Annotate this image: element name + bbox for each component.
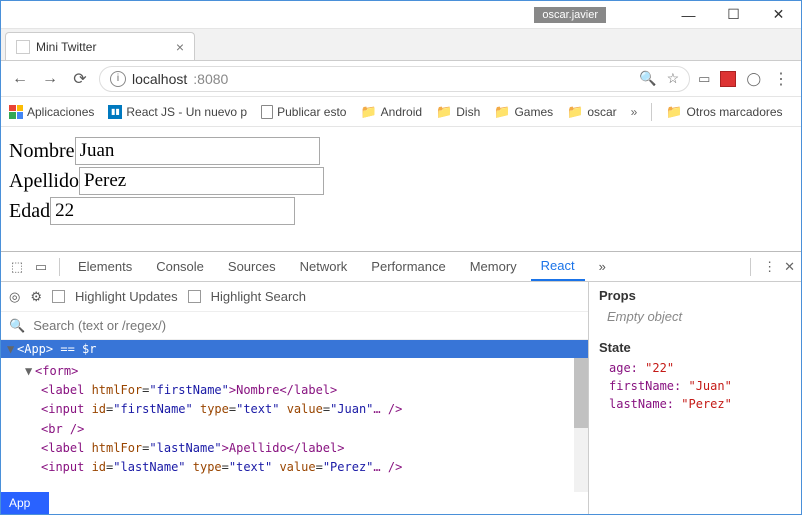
reload-button[interactable]: ⟳ xyxy=(69,68,91,90)
bookmark-apps[interactable]: Aplicaciones xyxy=(9,105,94,119)
lastname-label: Apellido xyxy=(9,170,79,193)
page-content: Nombre Apellido Edad xyxy=(1,127,801,252)
tab-title: Mini Twitter xyxy=(36,40,96,54)
settings-icon[interactable]: ⚙ xyxy=(30,289,42,305)
tab-elements[interactable]: Elements xyxy=(68,253,142,280)
tab-strip: Mini Twitter × xyxy=(1,29,801,61)
tab-network[interactable]: Network xyxy=(290,253,358,280)
search-icon[interactable]: 🔍 xyxy=(639,70,656,87)
separator xyxy=(651,103,652,121)
highlight-search-label: Highlight Search xyxy=(211,289,306,304)
devtools-left-pane: ◎ ⚙ Highlight Updates Highlight Search 🔍… xyxy=(1,282,589,514)
bookmark-overflow[interactable]: » xyxy=(631,105,638,119)
firstname-input[interactable] xyxy=(75,137,320,165)
separator xyxy=(59,258,60,276)
breadcrumb-app[interactable]: App xyxy=(1,492,49,514)
component-tree[interactable]: ▼<form> <label htmlFor="firstName">Nombr… xyxy=(1,358,588,492)
bookmark-folder[interactable]: 📁Dish xyxy=(436,104,480,120)
bookmark-folder[interactable]: 📁oscar xyxy=(567,104,617,120)
user-badge: oscar.javier xyxy=(534,7,606,23)
bookmark-folder[interactable]: 📁Otros marcadores xyxy=(666,104,782,120)
back-button[interactable]: ← xyxy=(9,68,31,90)
url-port: :8080 xyxy=(193,71,228,87)
lastname-input[interactable] xyxy=(79,167,324,195)
bookmark-bar: Aplicaciones ▮▮React JS - Un nuevo p Pub… xyxy=(1,97,801,127)
folder-icon: 📁 xyxy=(360,104,376,120)
close-button[interactable]: ✕ xyxy=(756,1,801,29)
state-entry[interactable]: firstName: "Juan" xyxy=(609,379,791,393)
tab-close-icon[interactable]: × xyxy=(176,39,184,55)
state-entry[interactable]: lastName: "Perez" xyxy=(609,397,791,411)
bookmark-item[interactable]: ▮▮React JS - Un nuevo p xyxy=(108,105,247,119)
site-info-icon[interactable]: i xyxy=(110,71,126,87)
search-icon: 🔍 xyxy=(9,318,25,334)
omnibox[interactable]: i localhost :8080 🔍 ☆ xyxy=(99,66,690,92)
age-input[interactable] xyxy=(50,197,295,225)
forward-button[interactable]: → xyxy=(39,68,61,90)
react-search-input[interactable] xyxy=(33,318,580,333)
devtools-tabstrip: ⬚ ▭ Elements Console Sources Network Per… xyxy=(1,252,801,282)
trello-icon: ▮▮ xyxy=(108,105,122,119)
folder-icon: 📁 xyxy=(494,104,510,120)
url-host: localhost xyxy=(132,71,187,87)
browser-tab[interactable]: Mini Twitter × xyxy=(5,32,195,60)
devtools-panel: ⬚ ▭ Elements Console Sources Network Per… xyxy=(1,251,801,514)
firstname-label: Nombre xyxy=(9,140,75,163)
tab-overflow[interactable]: » xyxy=(589,253,616,280)
devtools-menu-icon[interactable]: ⋮ xyxy=(763,259,776,275)
tab-performance[interactable]: Performance xyxy=(361,253,455,280)
react-toolbar: ◎ ⚙ Highlight Updates Highlight Search xyxy=(1,282,588,312)
menu-button[interactable]: ⋮ xyxy=(769,69,793,89)
page-icon xyxy=(261,105,273,119)
apps-icon xyxy=(9,105,23,119)
bookmark-item[interactable]: Publicar esto xyxy=(261,105,346,119)
bookmark-folder[interactable]: 📁Games xyxy=(494,104,553,120)
folder-icon: 📁 xyxy=(567,104,583,120)
device-icon[interactable]: ▭ xyxy=(31,257,51,277)
window-titlebar: oscar.javier — ☐ ✕ xyxy=(1,1,801,29)
state-heading: State xyxy=(599,340,791,355)
props-empty: Empty object xyxy=(607,309,791,324)
props-heading: Props xyxy=(599,288,791,303)
favicon-icon xyxy=(16,40,30,54)
extension-icon[interactable] xyxy=(720,71,736,87)
target-icon[interactable]: ◎ xyxy=(9,289,20,305)
extension-icon[interactable]: ▭ xyxy=(698,71,710,87)
folder-icon: 📁 xyxy=(666,104,682,120)
bookmark-folder[interactable]: 📁Android xyxy=(360,104,422,120)
highlight-updates-label: Highlight Updates xyxy=(75,289,178,304)
highlight-updates-checkbox[interactable] xyxy=(52,290,65,303)
devtools-close-icon[interactable]: ✕ xyxy=(784,259,795,275)
tab-react[interactable]: React xyxy=(531,252,585,281)
highlight-search-checkbox[interactable] xyxy=(188,290,201,303)
devtools-right-pane: Props Empty object State age: "22" first… xyxy=(589,282,801,514)
state-entry[interactable]: age: "22" xyxy=(609,361,791,375)
profile-icon[interactable]: ◯ xyxy=(746,71,761,87)
state-list: age: "22" firstName: "Juan" lastName: "P… xyxy=(599,361,791,411)
tab-console[interactable]: Console xyxy=(146,253,214,280)
react-search-row: 🔍 xyxy=(1,312,588,340)
inspect-icon[interactable]: ⬚ xyxy=(7,257,27,277)
extensions-area: ▭ ◯ xyxy=(698,71,761,87)
tab-sources[interactable]: Sources xyxy=(218,253,286,280)
age-label: Edad xyxy=(9,200,50,223)
address-bar: ← → ⟳ i localhost :8080 🔍 ☆ ▭ ◯ ⋮ xyxy=(1,61,801,97)
new-tab-button[interactable] xyxy=(199,40,221,60)
bookmark-star-icon[interactable]: ☆ xyxy=(667,70,680,87)
separator xyxy=(750,258,751,276)
scrollbar-thumb[interactable] xyxy=(574,358,588,428)
folder-icon: 📁 xyxy=(436,104,452,120)
minimize-button[interactable]: — xyxy=(666,1,711,29)
selected-component[interactable]: ▼<App> == $r xyxy=(1,340,588,358)
maximize-button[interactable]: ☐ xyxy=(711,1,756,29)
tab-memory[interactable]: Memory xyxy=(460,253,527,280)
